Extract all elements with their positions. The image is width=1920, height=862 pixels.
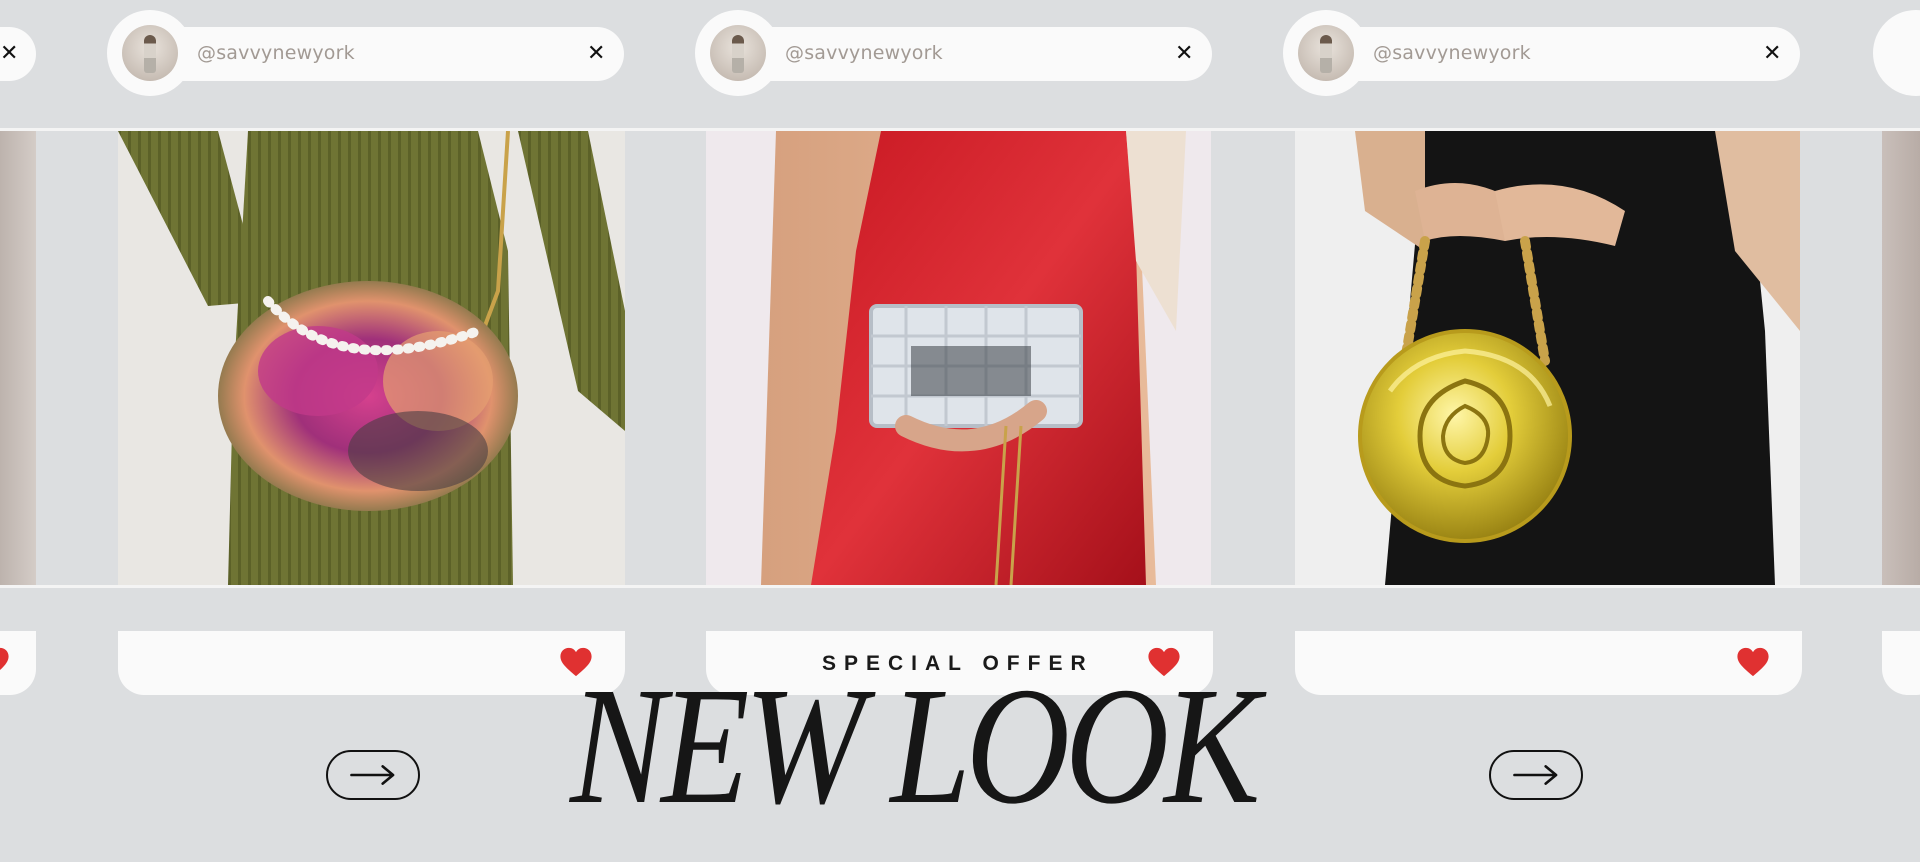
edge-card-right-footer: [1882, 631, 1920, 695]
bottom-divider: [0, 585, 1920, 588]
avatar[interactable]: [122, 25, 178, 81]
edge-card-right-photo: [1882, 131, 1920, 585]
username-handle[interactable]: @savvynewyork: [197, 42, 355, 64]
avatar[interactable]: [1298, 25, 1354, 81]
close-icon[interactable]: ✕: [1763, 41, 1781, 66]
card-3-avatar-ring: [1283, 10, 1369, 96]
card-3-footer: [1295, 631, 1802, 695]
username-handle[interactable]: @savvynewyork: [1373, 42, 1531, 64]
heart-icon[interactable]: [1736, 646, 1770, 678]
card-2-avatar-ring: [695, 10, 781, 96]
heart-icon[interactable]: [0, 646, 10, 678]
avatar[interactable]: [710, 25, 766, 81]
card-2-photo[interactable]: [706, 131, 1211, 585]
gold-rose-bag-image: [1295, 131, 1800, 585]
arrow-right-icon: [1513, 765, 1558, 785]
edge-card-left-photo: [0, 131, 36, 585]
prev-arrow-button[interactable]: [326, 750, 420, 800]
headline: NEW LOOK: [570, 653, 1260, 839]
arrow-right-icon: [350, 765, 395, 785]
next-arrow-button[interactable]: [1489, 750, 1583, 800]
card-3-photo[interactable]: [1295, 131, 1800, 585]
card-1-footer: [118, 631, 625, 695]
card-1-avatar-ring: [107, 10, 193, 96]
close-icon[interactable]: ✕: [587, 41, 605, 66]
close-icon[interactable]: ✕: [0, 41, 18, 66]
username-handle[interactable]: @savvynewyork: [785, 42, 943, 64]
clear-bag-image: [706, 131, 1211, 585]
edge-card-right-avatar-ring: [1873, 10, 1920, 96]
close-icon[interactable]: ✕: [1175, 41, 1193, 66]
fur-bag-image: [118, 131, 625, 585]
card-1-photo[interactable]: [118, 131, 625, 585]
